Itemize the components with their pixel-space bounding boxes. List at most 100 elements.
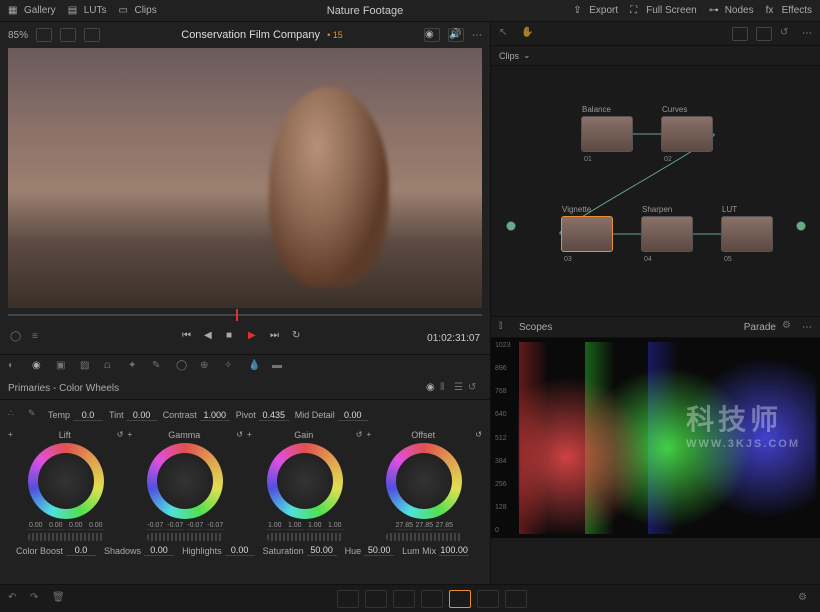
node-lut[interactable]: LUT05: [721, 216, 773, 252]
node-more-icon[interactable]: ⋯: [802, 28, 812, 39]
scope-toggle-icon[interactable]: ⫾: [499, 320, 513, 334]
chevron-down-icon[interactable]: ⌄: [523, 50, 531, 61]
log-mode-icon[interactable]: ☰: [454, 382, 468, 396]
tool-qualifier-icon[interactable]: ✎: [152, 360, 166, 374]
view-grid-icon[interactable]: [84, 28, 100, 42]
next-frame-button[interactable]: ⏭: [270, 330, 286, 346]
stack-icon[interactable]: ≡: [32, 331, 46, 345]
hand-icon[interactable]: ✋: [521, 27, 535, 41]
tool-hdr-icon[interactable]: ▣: [56, 360, 70, 374]
viewer-canvas[interactable]: [8, 48, 482, 308]
offset-wheel[interactable]: [386, 443, 462, 519]
wheel-value[interactable]: 27.85: [395, 522, 413, 530]
timecode[interactable]: 01:02:31:07: [427, 333, 480, 344]
contrast-value[interactable]: 1.000: [200, 410, 230, 421]
wheel-expand-icon[interactable]: +: [8, 430, 13, 440]
page-media-icon[interactable]: [337, 590, 359, 608]
shadows-value[interactable]: 0.00: [144, 545, 174, 556]
wheel-value[interactable]: -0.07: [206, 522, 224, 530]
view-dual-icon[interactable]: [60, 28, 76, 42]
lift-jog[interactable]: [28, 533, 104, 541]
wheel-value[interactable]: 1.00: [286, 522, 304, 530]
luts-tab[interactable]: ▤ LUTs: [68, 5, 107, 17]
scope-settings-icon[interactable]: ⚙: [782, 320, 796, 334]
page-deliver-icon[interactable]: [505, 590, 527, 608]
playhead[interactable]: [236, 309, 238, 321]
hue-value[interactable]: 50.00: [364, 545, 394, 556]
tool-magic-mask-icon[interactable]: ✧: [224, 360, 238, 374]
effects-button[interactable]: fx Effects: [766, 5, 812, 17]
clips-dropdown[interactable]: Clips: [499, 51, 519, 61]
zoom-level[interactable]: 85%: [8, 30, 28, 41]
view-single-icon[interactable]: [36, 28, 52, 42]
node-reset-icon[interactable]: ↺: [780, 27, 794, 41]
wheel-reset-icon[interactable]: ↺: [356, 430, 363, 440]
offset-jog[interactable]: [386, 533, 462, 541]
wheel-value[interactable]: 0.00: [47, 522, 65, 530]
wheel-value[interactable]: -0.07: [166, 522, 184, 530]
wheel-expand-icon[interactable]: +: [367, 430, 372, 440]
wheel-value[interactable]: 0.00: [87, 522, 105, 530]
gain-wheel[interactable]: [267, 443, 343, 519]
node-list-icon[interactable]: [756, 27, 772, 41]
loop-icon[interactable]: ◯: [10, 331, 24, 345]
tool-window-icon[interactable]: ◯: [176, 360, 190, 374]
page-color-icon[interactable]: [449, 590, 471, 608]
temp-value[interactable]: 0.0: [73, 410, 103, 421]
redo-button[interactable]: ↷: [30, 592, 44, 606]
pivot-value[interactable]: 0.435: [259, 410, 289, 421]
wheel-reset-icon[interactable]: ↺: [117, 430, 124, 440]
wheel-value[interactable]: -0.07: [146, 522, 164, 530]
scope-more-icon[interactable]: ⋯: [802, 322, 812, 333]
tool-key-icon[interactable]: ▬: [272, 360, 286, 374]
pick-white-icon[interactable]: ✎: [28, 408, 42, 422]
stop-button[interactable]: ■: [226, 330, 242, 346]
wheel-value[interactable]: 27.85: [415, 522, 433, 530]
lummix-value[interactable]: 100.00: [439, 545, 469, 556]
tint-value[interactable]: 0.00: [127, 410, 157, 421]
export-button[interactable]: ⇪ Export: [573, 5, 618, 17]
auto-balance-icon[interactable]: ∴: [8, 408, 22, 422]
node-thumb-icon[interactable]: [732, 27, 748, 41]
play-button[interactable]: ▶: [248, 330, 264, 346]
wheels-mode-icon[interactable]: ◉: [426, 382, 440, 396]
gallery-tab[interactable]: ▦ Gallery: [8, 5, 56, 17]
page-edit-icon[interactable]: [393, 590, 415, 608]
tool-camera-raw-icon[interactable]: ◐: [8, 360, 22, 374]
node-sharpen[interactable]: Sharpen04: [641, 216, 693, 252]
gamma-wheel[interactable]: [147, 443, 223, 519]
tool-tracker-icon[interactable]: ⊕: [200, 360, 214, 374]
project-settings-icon[interactable]: ⚙: [798, 592, 812, 606]
colorboost-value[interactable]: 0.0: [66, 545, 96, 556]
trash-button[interactable]: 🗑: [52, 592, 66, 606]
scrub-bar[interactable]: [8, 308, 482, 322]
tool-curves-icon[interactable]: ⩍: [104, 360, 118, 374]
tool-rgb-mixer-icon[interactable]: ▨: [80, 360, 94, 374]
loop-button[interactable]: ↻: [292, 330, 308, 346]
clips-tab[interactable]: ▭ Clips: [118, 5, 156, 17]
highlights-value[interactable]: 0.00: [225, 545, 255, 556]
bars-mode-icon[interactable]: ⦀: [440, 382, 454, 396]
tool-color-wheels-icon[interactable]: ◉: [32, 360, 46, 374]
reset-icon[interactable]: ↺: [468, 382, 482, 396]
wheel-expand-icon[interactable]: +: [128, 430, 133, 440]
node-vignette[interactable]: Vignette03: [561, 216, 613, 252]
wheel-reset-icon[interactable]: ↺: [236, 430, 243, 440]
wheel-value[interactable]: 0.00: [67, 522, 85, 530]
node-curves[interactable]: Curves02: [661, 116, 713, 152]
pointer-icon[interactable]: ↖: [499, 27, 513, 41]
page-cut-icon[interactable]: [365, 590, 387, 608]
nodes-button[interactable]: ⊶ Nodes: [709, 5, 754, 17]
first-frame-button[interactable]: ⏮: [182, 330, 198, 346]
lift-wheel[interactable]: [28, 443, 104, 519]
undo-button[interactable]: ↶: [8, 592, 22, 606]
tool-warper-icon[interactable]: ✦: [128, 360, 142, 374]
wheel-value[interactable]: -0.07: [186, 522, 204, 530]
fullscreen-button[interactable]: ⛶ Full Screen: [630, 5, 697, 17]
color-picker-icon[interactable]: ◉: [424, 28, 440, 42]
scope-mode[interactable]: Parade: [744, 322, 776, 333]
gain-jog[interactable]: [267, 533, 343, 541]
node-balance[interactable]: Balance01: [581, 116, 633, 152]
more-icon[interactable]: ⋯: [472, 30, 482, 41]
wheel-value[interactable]: 1.00: [326, 522, 344, 530]
